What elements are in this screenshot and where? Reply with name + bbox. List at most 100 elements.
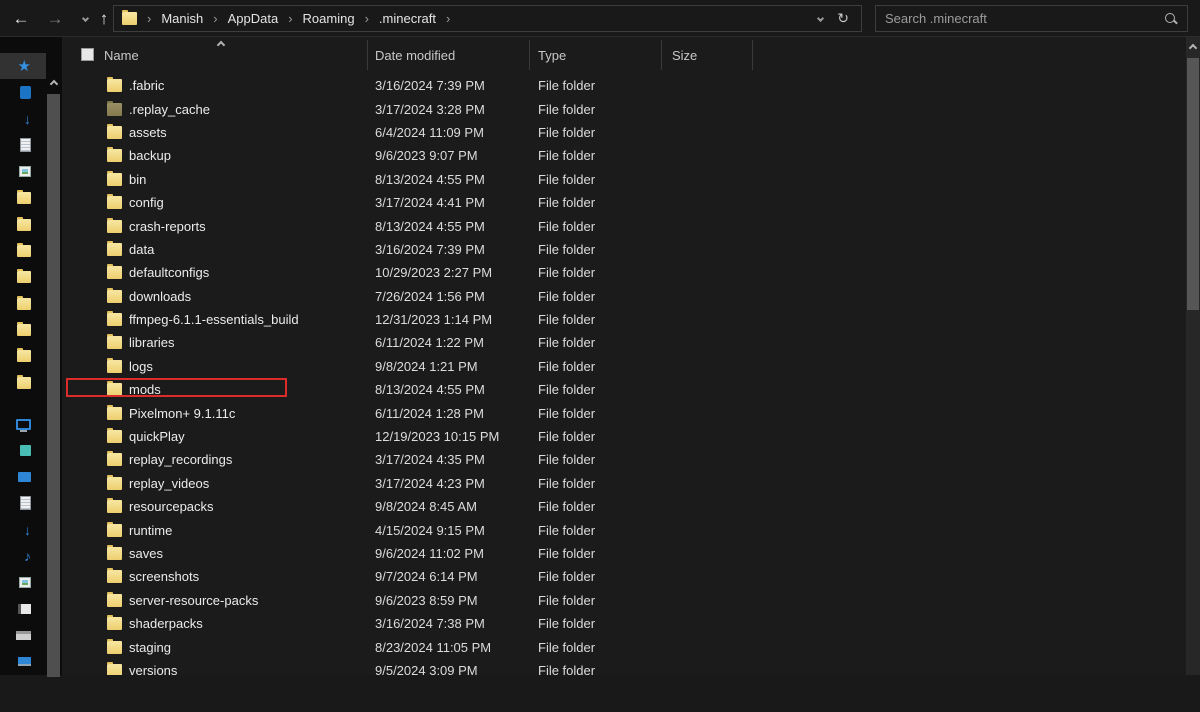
- sidebar-item[interactable]: [0, 132, 46, 158]
- file-row[interactable]: crash-reports 8/13/2024 4:55 PM File fol…: [62, 214, 1186, 237]
- column-header-type[interactable]: Type: [530, 40, 662, 70]
- file-name-cell[interactable]: libraries: [62, 334, 368, 350]
- file-name-cell[interactable]: assets: [62, 123, 368, 140]
- file-row[interactable]: versions 9/5/2024 3:09 PM File folder: [62, 659, 1186, 675]
- forward-button[interactable]: →: [40, 0, 70, 37]
- sidebar-item[interactable]: [0, 79, 46, 105]
- file-name-cell[interactable]: logs: [62, 357, 368, 374]
- sidebar-item[interactable]: [0, 238, 46, 264]
- file-name-cell[interactable]: server-resource-packs: [62, 591, 368, 608]
- sidebar-item[interactable]: [0, 370, 46, 396]
- file-row[interactable]: mods 8/13/2024 4:55 PM File folder: [62, 378, 1186, 401]
- sidebar-item[interactable]: [0, 317, 46, 343]
- file-row[interactable]: shaderpacks 3/16/2024 7:38 PM File folde…: [62, 612, 1186, 635]
- nav-scrollbar-thumb[interactable]: [47, 94, 60, 677]
- search-input[interactable]: [876, 11, 1164, 26]
- file-name-cell[interactable]: versions: [62, 661, 368, 675]
- file-row[interactable]: assets 6/4/2024 11:09 PM File folder: [62, 121, 1186, 144]
- pinned-folder-icon: [17, 295, 31, 310]
- file-name-cell[interactable]: staging: [62, 638, 368, 655]
- scroll-up-icon[interactable]: [1186, 40, 1200, 55]
- file-name-cell[interactable]: config: [62, 194, 368, 210]
- file-row[interactable]: .replay_cache 3/17/2024 3:28 PM File fol…: [62, 97, 1186, 120]
- file-row[interactable]: config 3/17/2024 4:41 PM File folder: [62, 191, 1186, 214]
- file-row[interactable]: .fabric 3/16/2024 7:39 PM File folder: [62, 74, 1186, 97]
- file-name-cell[interactable]: .replay_cache: [62, 100, 368, 117]
- file-row[interactable]: logs 9/8/2024 1:21 PM File folder: [62, 355, 1186, 378]
- file-name-cell[interactable]: defaultconfigs: [62, 264, 368, 280]
- sidebar-item[interactable]: [0, 185, 46, 211]
- file-name-cell[interactable]: ffmpeg-6.1.1-essentials_build: [62, 311, 368, 327]
- refresh-icon[interactable]: ↻: [837, 10, 849, 27]
- file-row[interactable]: runtime 4/15/2024 9:15 PM File folder: [62, 518, 1186, 541]
- file-row[interactable]: server-resource-packs 9/6/2023 8:59 PM F…: [62, 589, 1186, 612]
- file-name-cell[interactable]: shaderpacks: [62, 615, 368, 631]
- breadcrumb-item[interactable]: AppData: [222, 11, 285, 26]
- column-header-size[interactable]: Size: [662, 40, 753, 70]
- file-name-cell[interactable]: Pixelmon+ 9.1.11c: [62, 404, 368, 421]
- breadcrumb-item[interactable]: Manish: [155, 11, 209, 26]
- file-row[interactable]: replay_recordings 3/17/2024 4:35 PM File…: [62, 448, 1186, 471]
- sidebar-item[interactable]: [0, 622, 46, 648]
- breadcrumb-item[interactable]: .minecraft: [373, 11, 442, 26]
- scroll-up-icon[interactable]: [46, 76, 61, 92]
- file-name-cell[interactable]: .fabric: [62, 77, 368, 93]
- select-all-checkbox[interactable]: [81, 48, 94, 61]
- sidebar-item[interactable]: [0, 264, 46, 290]
- file-name-cell[interactable]: saves: [62, 545, 368, 561]
- file-row[interactable]: backup 9/6/2023 9:07 PM File folder: [62, 144, 1186, 167]
- sidebar-item[interactable]: [0, 437, 46, 463]
- sidebar-item[interactable]: ↓: [0, 517, 46, 543]
- sidebar-item[interactable]: ↓: [0, 106, 46, 132]
- date-modified-cell: 8/13/2024 4:55 PM: [375, 382, 485, 398]
- sidebar-item[interactable]: ★: [0, 53, 46, 80]
- file-row[interactable]: data 3/16/2024 7:39 PM File folder: [62, 238, 1186, 261]
- file-name-cell[interactable]: bin: [62, 170, 368, 187]
- search-icon[interactable]: [1164, 12, 1178, 26]
- sidebar-item[interactable]: [0, 569, 46, 595]
- file-row[interactable]: ffmpeg-6.1.1-essentials_build 12/31/2023…: [62, 308, 1186, 331]
- file-name: bin: [129, 171, 147, 187]
- file-row[interactable]: replay_videos 3/17/2024 4:23 PM File fol…: [62, 472, 1186, 495]
- file-name-cell[interactable]: mods: [62, 381, 368, 397]
- sidebar-item[interactable]: [0, 211, 46, 237]
- file-row[interactable]: downloads 7/26/2024 1:56 PM File folder: [62, 285, 1186, 308]
- file-row[interactable]: saves 9/6/2024 11:02 PM File folder: [62, 542, 1186, 565]
- column-header-date-modified[interactable]: Date modified: [368, 40, 530, 70]
- sidebar-item[interactable]: [0, 649, 46, 675]
- sidebar-item[interactable]: [0, 490, 46, 516]
- address-dropdown-chevron-icon[interactable]: [817, 14, 825, 23]
- file-name-cell[interactable]: downloads: [62, 287, 368, 304]
- sidebar-item[interactable]: [0, 343, 46, 369]
- file-row[interactable]: quickPlay 12/19/2023 10:15 PM File folde…: [62, 425, 1186, 448]
- file-name-cell[interactable]: crash-reports: [62, 217, 368, 234]
- back-button[interactable]: ←: [6, 0, 36, 37]
- file-name-cell[interactable]: backup: [62, 147, 368, 163]
- file-row[interactable]: resourcepacks 9/8/2024 8:45 AM File fold…: [62, 495, 1186, 518]
- column-header-name[interactable]: Name: [62, 40, 368, 70]
- scrollbar-thumb[interactable]: [1187, 58, 1199, 310]
- file-name-cell[interactable]: quickPlay: [62, 428, 368, 444]
- sidebar-item[interactable]: [0, 596, 46, 622]
- address-bar[interactable]: › Manish › AppData › Roaming › .minecraft › …: [113, 5, 862, 32]
- file-list-scrollbar[interactable]: [1186, 37, 1200, 675]
- file-name-cell[interactable]: data: [62, 240, 368, 257]
- sidebar-item[interactable]: [0, 159, 46, 185]
- file-row[interactable]: libraries 6/11/2024 1:22 PM File folder: [62, 331, 1186, 354]
- file-name-cell[interactable]: runtime: [62, 521, 368, 538]
- file-name-cell[interactable]: screenshots: [62, 568, 368, 584]
- file-row[interactable]: bin 8/13/2024 4:55 PM File folder: [62, 168, 1186, 191]
- file-row[interactable]: defaultconfigs 10/29/2023 2:27 PM File f…: [62, 261, 1186, 284]
- nav-pane-scrollbar[interactable]: [46, 74, 61, 712]
- breadcrumb-item[interactable]: Roaming: [297, 11, 361, 26]
- file-row[interactable]: Pixelmon+ 9.1.11c 6/11/2024 1:28 PM File…: [62, 401, 1186, 424]
- file-row[interactable]: staging 8/23/2024 11:05 PM File folder: [62, 635, 1186, 658]
- file-row[interactable]: screenshots 9/7/2024 6:14 PM File folder: [62, 565, 1186, 588]
- file-name-cell[interactable]: replay_videos: [62, 474, 368, 491]
- sidebar-item[interactable]: ♪: [0, 543, 46, 569]
- file-name-cell[interactable]: replay_recordings: [62, 451, 368, 467]
- file-name-cell[interactable]: resourcepacks: [62, 498, 368, 514]
- sidebar-item[interactable]: [0, 411, 46, 437]
- sidebar-item[interactable]: [0, 291, 46, 317]
- sidebar-item[interactable]: [0, 464, 46, 490]
